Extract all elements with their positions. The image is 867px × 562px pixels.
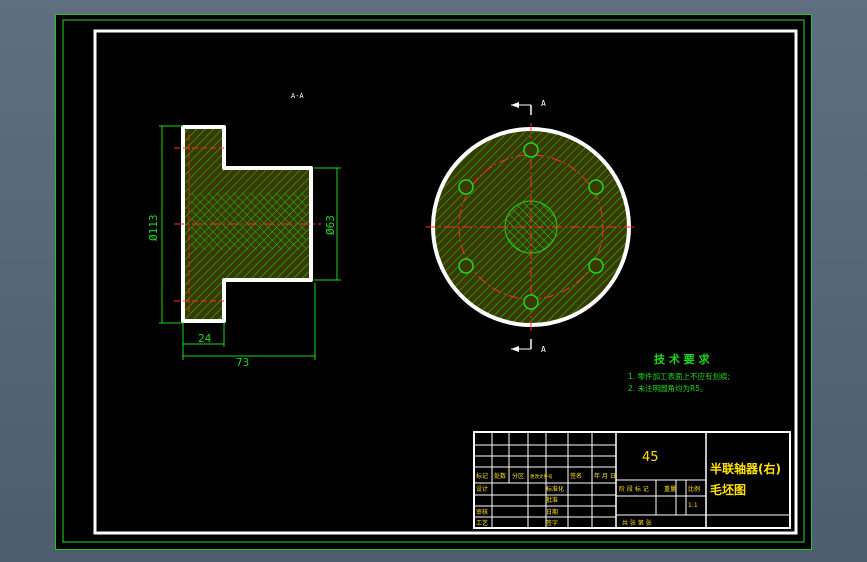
- left-label-0: 设计: [476, 485, 488, 493]
- sheet-label: 共 张 第 张: [622, 519, 652, 527]
- material-value: 45: [642, 450, 659, 465]
- row-label-4: 签名: [570, 472, 582, 480]
- front-view: [426, 102, 636, 352]
- row-label-0: 标记: [476, 472, 488, 480]
- left-label-2: 工艺: [476, 519, 488, 527]
- drawing-type: 毛坯图: [710, 482, 746, 497]
- tech-req-item-1: 1. 零件加工表面上不应有划痕;: [628, 371, 730, 381]
- outer-frame: [62, 19, 805, 543]
- tech-req-item-2: 2. 未注明圆角均为R5。: [628, 383, 708, 393]
- title-block: [473, 431, 791, 529]
- mid-label-3: 签字: [546, 519, 558, 527]
- stage-label: 阶 段 标 记: [619, 485, 649, 493]
- dim-total-length: 73: [236, 356, 249, 369]
- cut-label-top: A: [541, 99, 546, 108]
- row-label-5: 年 月 日: [594, 472, 616, 480]
- row-label-3: 更改文件号: [530, 473, 553, 480]
- dim-outer-diameter: Ø113: [147, 215, 160, 242]
- tech-req-title: 技 术 要 求: [654, 352, 710, 366]
- part-name: 半联轴器(右): [710, 461, 781, 476]
- section-view: [174, 125, 321, 323]
- cad-drawing-canvas: A-A Ø113 Ø63 24 73 A A 技 术 要 求 1. 零件加工表面…: [62, 19, 805, 543]
- scale-value: 1:1: [688, 502, 698, 509]
- left-label-1: 审核: [476, 508, 488, 516]
- cut-label-bottom: A: [541, 345, 546, 354]
- dim-hub-diameter: Ø63: [324, 215, 337, 235]
- mid-label-0: 标准化: [546, 485, 564, 493]
- dim-flange-width: 24: [198, 332, 212, 345]
- weight-label: 重量: [664, 485, 676, 493]
- row-label-2: 分区: [512, 472, 524, 480]
- row-label-1: 处数: [494, 472, 506, 480]
- cad-viewport[interactable]: A-A Ø113 Ø63 24 73 A A 技 术 要 求 1. 零件加工表面…: [55, 14, 812, 550]
- section-label: A-A: [291, 92, 304, 100]
- mid-label-2: 日期: [546, 508, 558, 516]
- mid-label-1: 批准: [546, 496, 558, 504]
- scale-label: 比例: [688, 485, 700, 493]
- bore-region: [191, 193, 306, 250]
